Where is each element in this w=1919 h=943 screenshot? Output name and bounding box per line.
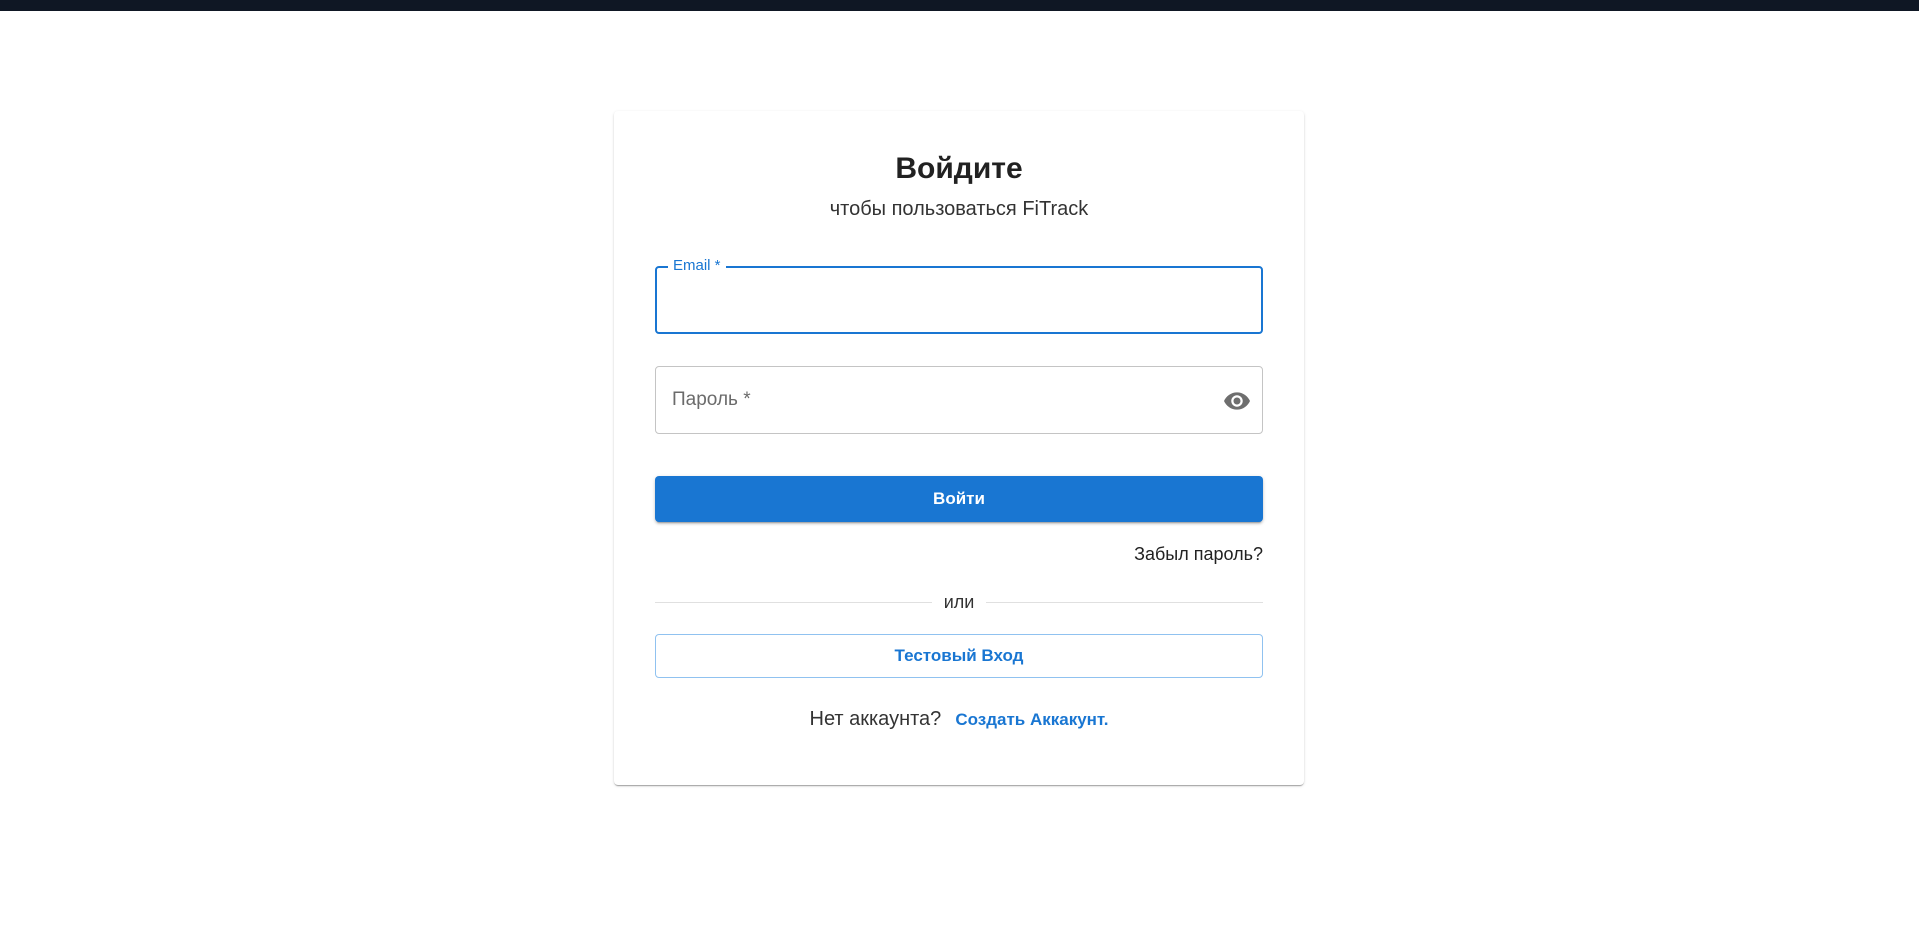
no-account-text: Нет аккаунта? xyxy=(809,708,942,730)
divider-line-right xyxy=(986,601,1263,603)
forgot-password-link[interactable]: Забыл пароль? xyxy=(1134,544,1263,565)
top-bar xyxy=(0,0,1919,11)
page-title: Войдите xyxy=(895,152,1023,185)
password-field[interactable] xyxy=(655,366,1263,434)
divider: или xyxy=(655,590,1263,614)
login-button[interactable]: Войти xyxy=(655,476,1263,522)
divider-text: или xyxy=(943,591,975,612)
login-card: Войдите чтобы пользоваться FiTrack Email… xyxy=(614,111,1304,785)
signup-row: Нет аккаунта? Создать Аккакунт. xyxy=(614,708,1304,731)
create-account-link[interactable]: Создать Аккакунт. xyxy=(955,710,1108,729)
email-field[interactable]: Email * xyxy=(655,257,1263,334)
page-subtitle: чтобы пользоваться FiTrack xyxy=(829,198,1089,220)
password-input[interactable] xyxy=(656,367,1262,433)
test-login-button[interactable]: Тестовый Вход xyxy=(655,634,1263,678)
eye-icon[interactable] xyxy=(1222,387,1252,415)
divider-line-left xyxy=(655,601,932,603)
email-input[interactable] xyxy=(657,268,1261,332)
